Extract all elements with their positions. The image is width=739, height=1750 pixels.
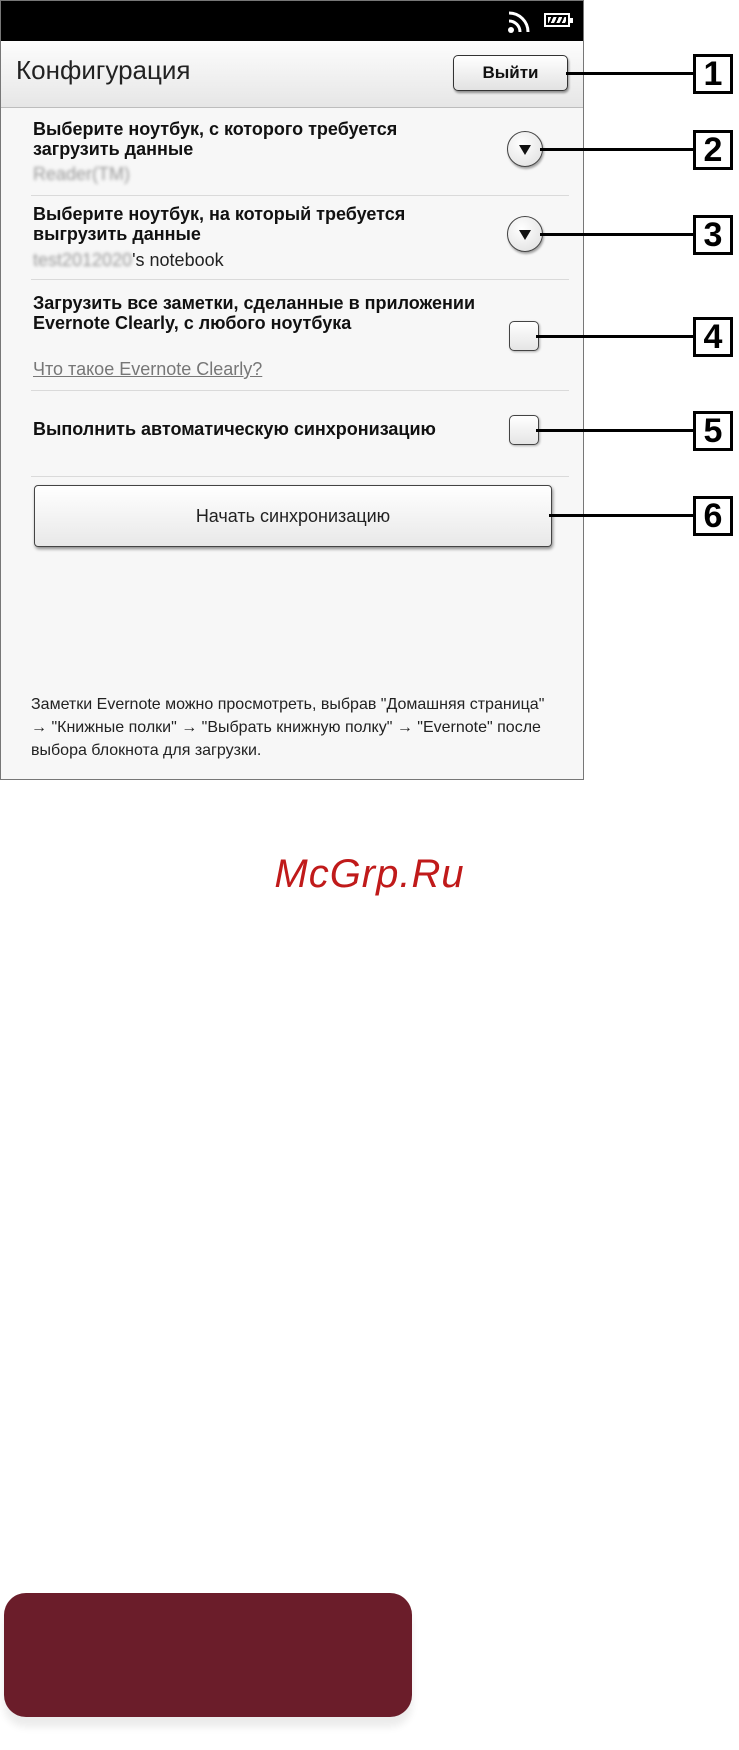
target-notebook-label: Выберите ноутбук, на который требуется в… bbox=[33, 204, 406, 244]
callout-line-5 bbox=[536, 429, 694, 432]
clearly-notes-label: Загрузить все заметки, сделанные в прило… bbox=[33, 293, 476, 333]
source-notebook-label: Выберите ноутбук, с которого требуется з… bbox=[33, 119, 398, 159]
source-notebook-dropdown[interactable] bbox=[507, 131, 543, 167]
callout-4: 4 bbox=[693, 317, 733, 357]
evernote-footer-note: Заметки Evernote можно просмотреть, выбр… bbox=[31, 696, 545, 759]
source-notebook-name-masked: Reader(TM) bbox=[33, 164, 131, 184]
device-screen: Конфигурация Выйти Выберите ноутбук, с к… bbox=[0, 0, 584, 780]
page-title: Конфигурация bbox=[16, 55, 191, 85]
auto-sync-label: Выполнить автоматическую синхронизацию bbox=[33, 419, 436, 439]
header-bar: Конфигурация Выйти bbox=[1, 41, 583, 108]
exit-button[interactable]: Выйти bbox=[453, 55, 568, 91]
target-notebook-name-masked: test2012020 bbox=[33, 250, 133, 270]
callout-line-2 bbox=[540, 148, 694, 151]
target-notebook-dropdown[interactable] bbox=[507, 216, 543, 252]
callout-5: 5 bbox=[693, 411, 733, 451]
target-notebook-value: test2012020's notebook bbox=[33, 250, 224, 271]
callout-6: 6 bbox=[693, 496, 733, 536]
callout-line-3 bbox=[540, 233, 694, 236]
auto-sync-checkbox[interactable] bbox=[509, 415, 539, 445]
status-bar bbox=[1, 1, 583, 41]
battery-icon bbox=[544, 13, 573, 27]
divider bbox=[31, 195, 569, 196]
watermark: McGrp.Ru bbox=[274, 852, 465, 896]
divider bbox=[31, 390, 569, 391]
callout-3: 3 bbox=[693, 215, 733, 255]
divider bbox=[31, 279, 569, 280]
callout-1: 1 bbox=[693, 54, 733, 94]
what-is-clearly-link[interactable]: Что такое Evernote Clearly? bbox=[33, 359, 262, 380]
divider bbox=[31, 476, 569, 477]
clearly-notes-checkbox[interactable] bbox=[509, 321, 539, 351]
wifi-icon bbox=[508, 11, 530, 33]
callout-line-1 bbox=[566, 72, 694, 75]
target-notebook-suffix: 's notebook bbox=[132, 250, 224, 270]
callout-line-6 bbox=[549, 514, 694, 517]
start-sync-button[interactable]: Начать синхронизацию bbox=[34, 485, 552, 547]
source-notebook-value: Reader(TM) bbox=[33, 164, 130, 185]
callout-line-4 bbox=[536, 335, 694, 338]
callout-2: 2 bbox=[693, 130, 733, 170]
page-footer-tab bbox=[4, 1593, 412, 1717]
